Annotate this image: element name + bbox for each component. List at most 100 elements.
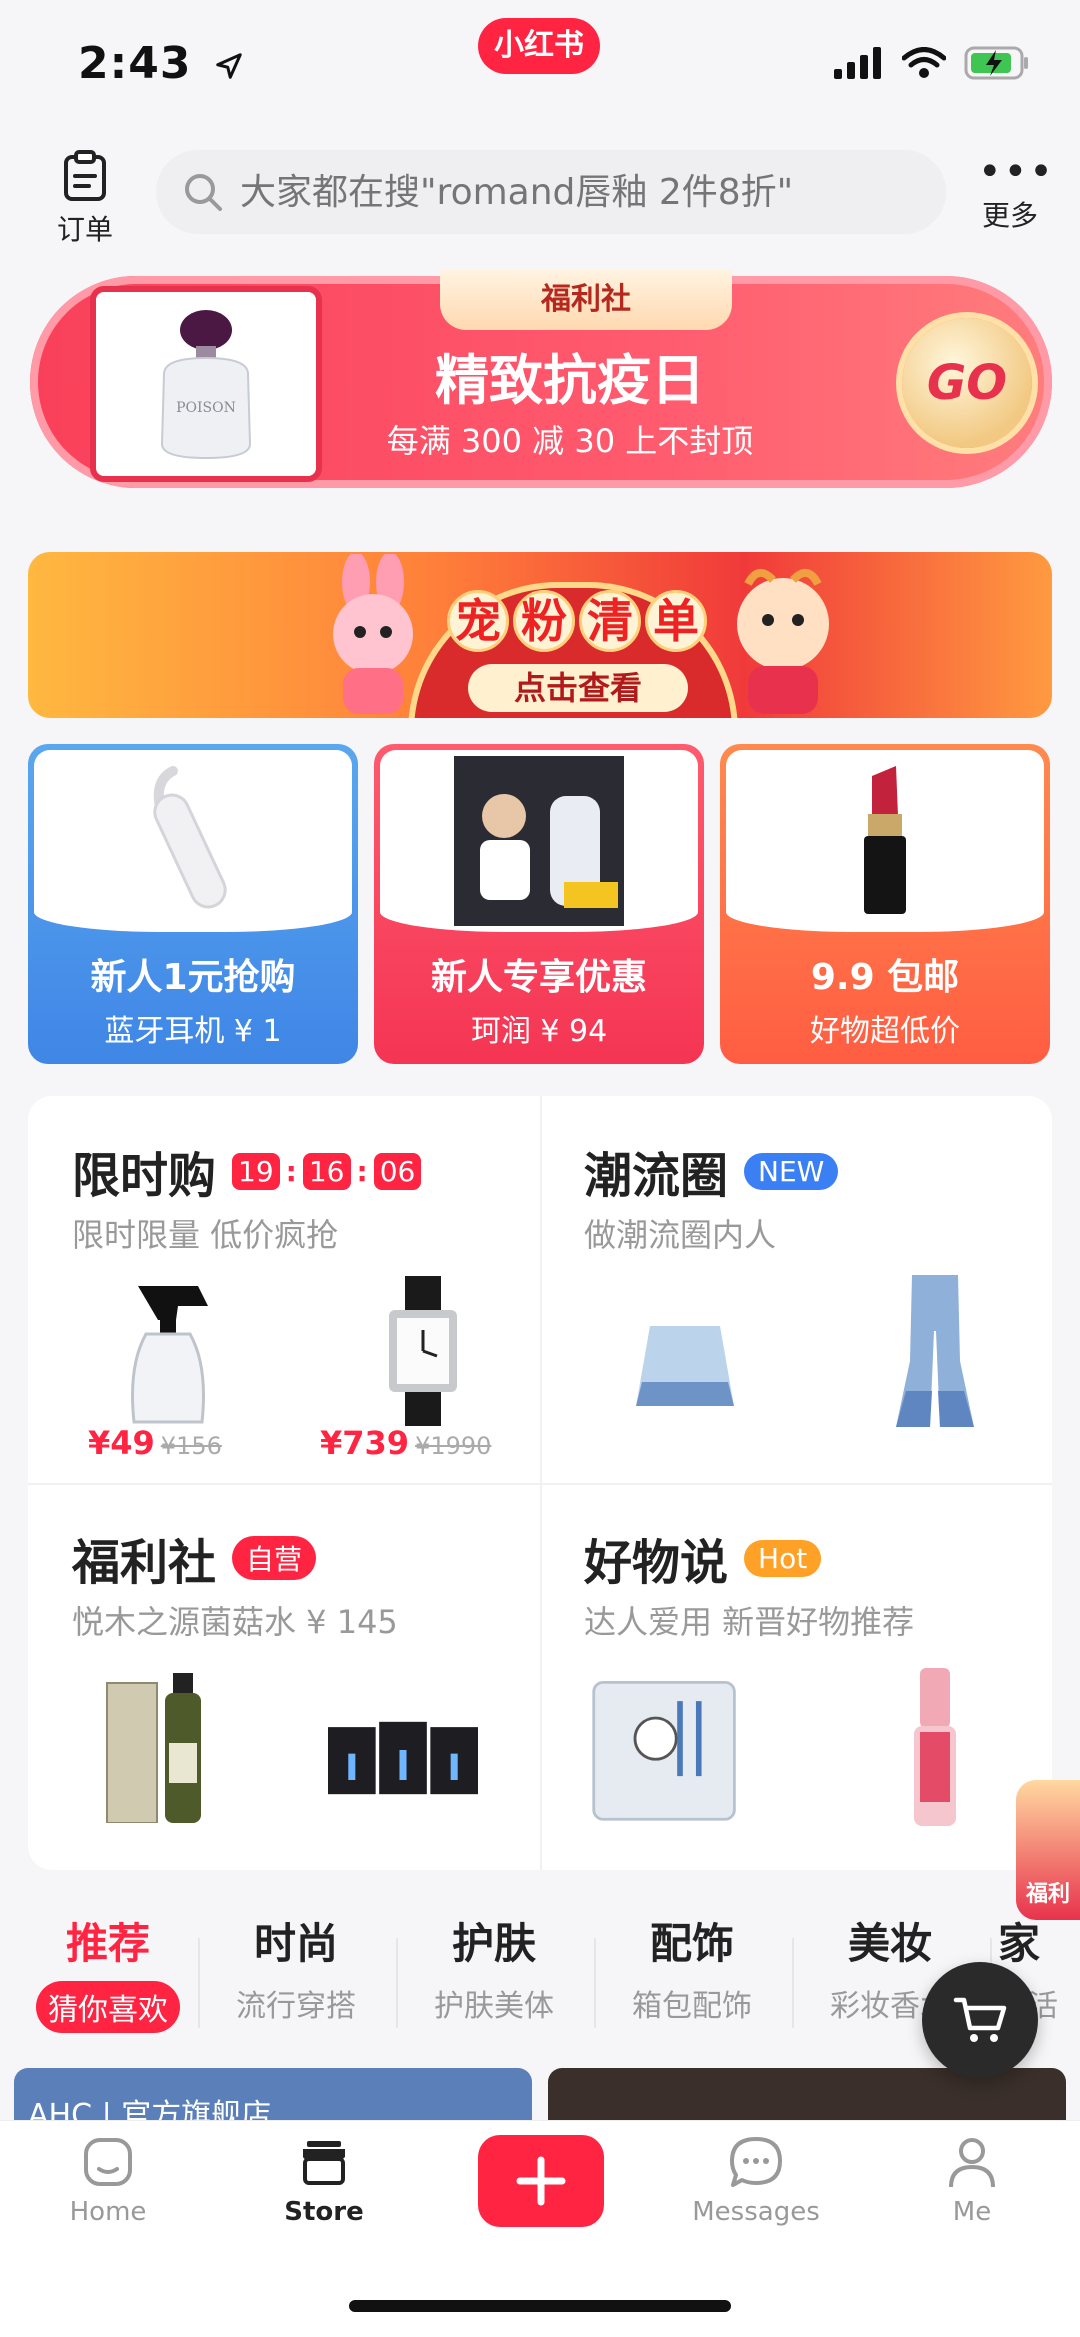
create-post-button[interactable] — [478, 2135, 604, 2227]
welfare-club-title: 福利社 — [72, 1535, 217, 1591]
signal-icon — [834, 47, 881, 79]
tab-store[interactable]: Store — [244, 2135, 404, 2227]
location-arrow-icon — [216, 53, 242, 79]
flared-jeans-image[interactable] — [860, 1275, 1010, 1427]
welfare-club-desc: 悦木之源菌菇水 ¥ 145 — [72, 1603, 398, 1641]
status-bar: 2:43 小红书 — [0, 0, 1080, 130]
tab-home[interactable]: Home — [28, 2135, 188, 2227]
trend-title: 潮流圈 — [584, 1148, 729, 1204]
person-icon — [949, 2138, 995, 2188]
promo-card-curel[interactable]: 新人专享优惠 珂润 ¥ 94 — [374, 744, 704, 1064]
category-tab-recommend[interactable]: 推荐 猜你喜欢 — [18, 1910, 198, 2033]
flash-item-price: ¥739 ¥1990 — [320, 1424, 492, 1462]
top-bar: 订单 ••• 更多 — [0, 140, 1080, 250]
lip-gloss-image[interactable] — [860, 1668, 1010, 1826]
face-mask-box-image[interactable] — [328, 1683, 478, 1833]
home-indicator — [349, 2300, 731, 2312]
more-dots-icon: ••• — [978, 149, 1055, 195]
message-bubble-icon — [730, 2137, 782, 2187]
welfare-club-section[interactable]: 福利社 自营 悦木之源菌菇水 ¥ 145 — [28, 1483, 540, 1870]
side-gift-float[interactable]: 福利 — [1016, 1780, 1080, 1920]
status-time: 2:43 — [78, 38, 244, 89]
cart-button[interactable] — [922, 1962, 1038, 2078]
orders-button[interactable]: 订单 — [48, 150, 122, 248]
promo-title: 9.9 包邮 — [810, 957, 960, 998]
flash-sale-header: 限时购 19:16:06 — [72, 1136, 422, 1206]
category-divider — [594, 1938, 596, 2028]
pet-banner-title: 宠粉清单 — [432, 590, 722, 652]
welfare-subtitle: 每满 300 减 30 上不封顶 — [386, 422, 754, 460]
jeans-icon — [896, 1275, 974, 1427]
flash-sale-title: 限时购 — [72, 1148, 217, 1204]
foot-soak-bag-image[interactable] — [590, 1673, 740, 1823]
earphone-image — [34, 750, 352, 932]
feature-grid: 限时购 19:16:06 限时限量 低价疯抢 ¥49 ¥156 ¥739 ¥1990… — [28, 1096, 1052, 1870]
more-label: 更多 — [981, 199, 1038, 232]
plus-icon — [516, 2156, 566, 2206]
dragon-mascot-icon — [737, 569, 829, 714]
orders-label: 订单 — [56, 213, 113, 246]
welfare-title: 精致抗疫日 — [435, 349, 705, 412]
category-tabs: 推荐 猜你喜欢 时尚 流行穿搭 护肤 护肤美体 配饰 箱包配饰 美妆 彩妆香水 … — [0, 1900, 1080, 2040]
promo-subtitle: 蓝牙耳机 ¥ 1 — [104, 1014, 282, 1049]
bluetooth-earphone-icon — [153, 766, 227, 909]
wifi-icon — [902, 47, 946, 78]
product-photo-icon — [454, 756, 624, 926]
category-tab-fashion[interactable]: 时尚 流行穿搭 — [206, 1910, 386, 2025]
self-operated-badge: 自营 — [232, 1536, 317, 1580]
pet-banner-cta: 点击查看 — [468, 664, 688, 712]
trend-desc: 做潮流圈内人 — [584, 1216, 777, 1254]
store-icon — [303, 2141, 345, 2185]
home-icon — [84, 2138, 132, 2186]
good-products-section[interactable]: 好物说 Hot 达人爱用 新晋好物推荐 — [540, 1483, 1052, 1870]
watch-image[interactable] — [348, 1276, 498, 1426]
promo-card-lipstick[interactable]: 9.9 包邮 好物超低价 — [720, 744, 1050, 1064]
promo-title: 新人专享优惠 — [430, 957, 647, 998]
lipstick-image — [726, 750, 1044, 932]
system-icons — [834, 46, 1030, 80]
search-bar[interactable] — [156, 150, 946, 234]
spray-bottle-icon — [131, 1286, 208, 1424]
perfume-product-image: POISON — [90, 286, 322, 482]
promo-title: 新人1元抢购 — [90, 957, 296, 998]
promo-subtitle: 珂润 ¥ 94 — [470, 1014, 608, 1049]
welfare-tag: 福利社 — [440, 270, 732, 330]
go-button[interactable]: GO — [902, 318, 1032, 448]
countdown-timer: 19:16:06 — [232, 1152, 422, 1190]
denim-skirt-image[interactable] — [610, 1286, 760, 1436]
category-tab-accessories[interactable]: 配饰 箱包配饰 — [602, 1910, 782, 2025]
battery-charging-icon — [964, 46, 1028, 80]
search-input[interactable] — [240, 171, 940, 213]
good-products-header: 好物说 Hot — [584, 1523, 822, 1593]
spray-bottle-image[interactable] — [98, 1276, 248, 1426]
category-divider — [396, 1938, 398, 2028]
category-divider — [198, 1938, 200, 2028]
app-logo-badge: 小红书 — [478, 18, 600, 74]
tab-me[interactable]: Me — [892, 2135, 1052, 2227]
lip-gloss-icon — [914, 1668, 956, 1826]
category-tab-skincare[interactable]: 护肤 护肤美体 — [404, 1910, 584, 2025]
welfare-banner[interactable]: POISON 福利社 精致抗疫日 每满 300 减 30 上不封顶 GO — [30, 270, 1052, 488]
bunny-mascot-icon — [333, 554, 413, 714]
tab-messages[interactable]: Messages — [676, 2135, 836, 2227]
search-icon — [185, 174, 222, 211]
clipboard-icon — [64, 150, 106, 201]
store-page: 2:43 小红书 订单 ••• 更多 — [0, 0, 1080, 2337]
good-products-title: 好物说 — [584, 1535, 729, 1591]
good-products-desc: 达人爱用 新晋好物推荐 — [584, 1603, 915, 1641]
promo-subtitle: 好物超低价 — [810, 1014, 960, 1049]
feed-card-ahc[interactable]: AHC | 官方旗舰店 — [14, 2068, 532, 2128]
more-button[interactable]: ••• 更多 — [978, 149, 1055, 234]
pet-fans-banner[interactable]: 宠粉清单 点击查看 — [28, 552, 1052, 718]
origins-set-image[interactable] — [88, 1673, 238, 1823]
promo-card-earphone[interactable]: 新人1元抢购 蓝牙耳机 ¥ 1 — [28, 744, 358, 1064]
perfume-bottle-icon: POISON — [160, 310, 252, 460]
skirt-icon — [636, 1326, 734, 1406]
category-divider — [792, 1938, 794, 2028]
curel-image — [380, 750, 698, 932]
svg-text:POISON: POISON — [176, 400, 236, 416]
flash-sale-section[interactable]: 限时购 19:16:06 限时限量 低价疯抢 ¥49 ¥156 ¥739 ¥1990 — [28, 1096, 540, 1483]
trend-circle-section[interactable]: 潮流圈 NEW 做潮流圈内人 — [540, 1096, 1052, 1483]
toner-bottles-icon — [106, 1673, 201, 1823]
hot-badge: Hot — [744, 1539, 822, 1577]
